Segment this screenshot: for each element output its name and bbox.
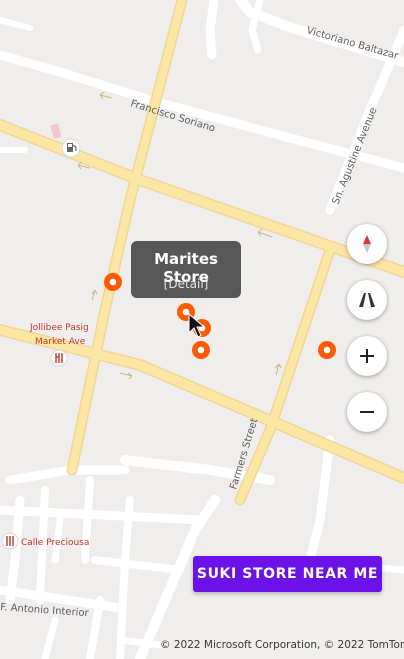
compass-button[interactable]: [347, 224, 387, 264]
store-marker[interactable]: [318, 341, 336, 359]
poi-label-jollibee-line2: Market Ave: [35, 337, 86, 347]
restaurant-icon-calle-preciousa[interactable]: [1, 532, 19, 550]
fuel-icon[interactable]: [61, 138, 81, 158]
street-label-calle-preciousa: Calle Preciousa: [21, 538, 89, 548]
plus-icon: [360, 349, 374, 363]
store-popup[interactable]: Marites Store [Detail]: [131, 241, 241, 298]
suki-store-near-me-button[interactable]: SUKI STORE NEAR ME: [193, 556, 382, 592]
store-marker[interactable]: [192, 341, 210, 359]
popup-detail-link[interactable]: [Detail]: [131, 277, 241, 291]
map-canvas[interactable]: Victoriano Baltazar Francisco Soriano Sn…: [0, 0, 404, 659]
road-view-icon: [359, 293, 375, 307]
view-toggle-button[interactable]: [347, 280, 387, 320]
map-copyright: © 2022 Microsoft Corporation, © 2022 Tom…: [160, 639, 404, 651]
zoom-out-button[interactable]: [347, 392, 387, 432]
minus-icon: [360, 411, 374, 413]
compass-icon: [363, 235, 371, 253]
zoom-in-button[interactable]: [347, 336, 387, 376]
restaurant-icon[interactable]: [50, 349, 68, 367]
poi-label-jollibee-line1: Jollibee Pasig: [29, 323, 89, 333]
store-marker[interactable]: [104, 273, 122, 291]
